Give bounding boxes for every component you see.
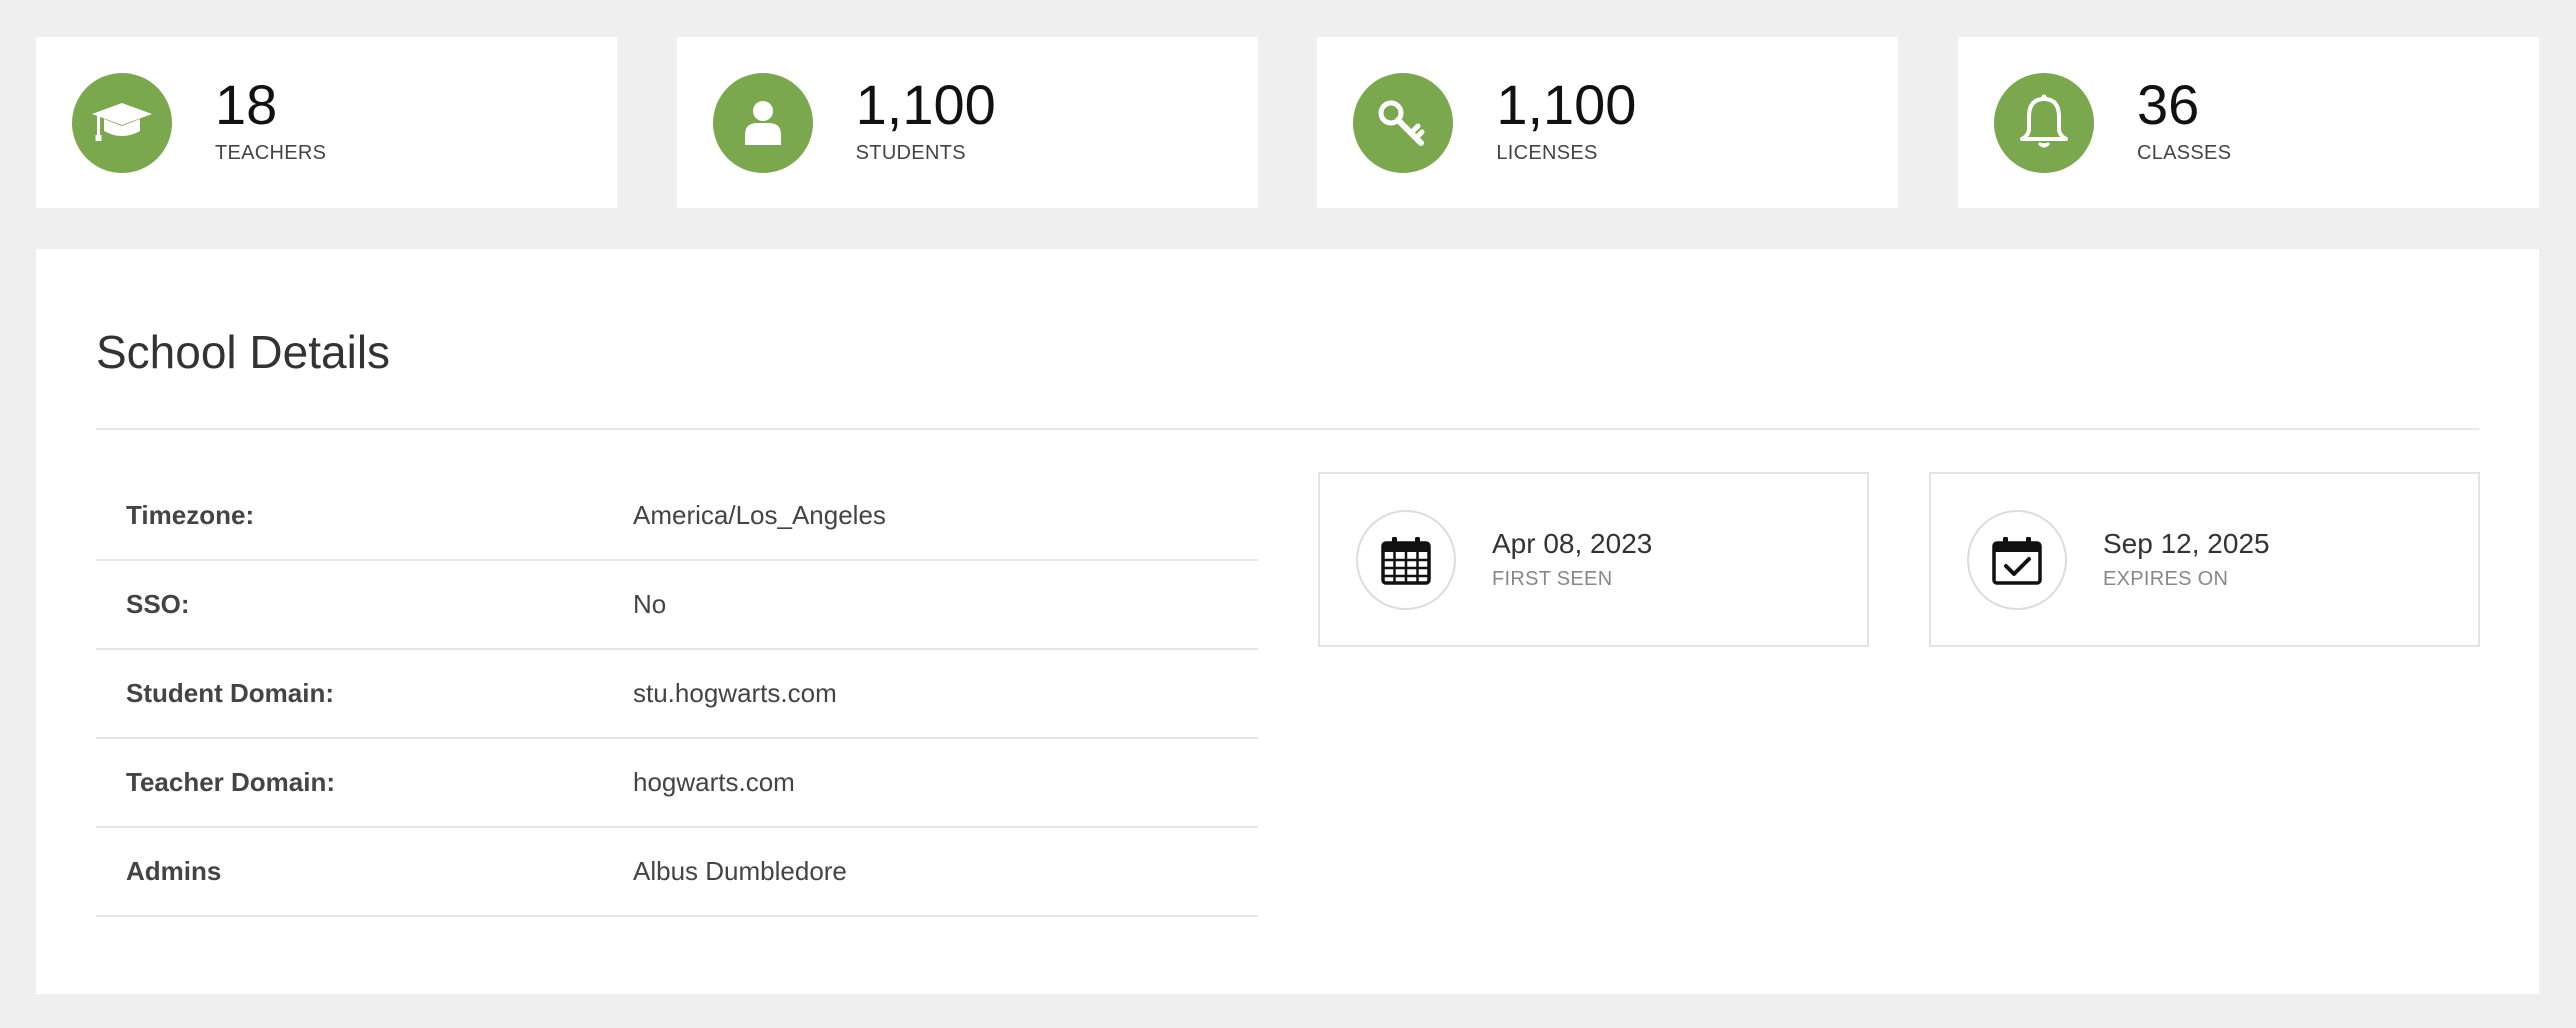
row-label: Timezone:	[126, 500, 255, 530]
first-seen-card: Apr 08, 2023 FIRST SEEN	[1318, 472, 1869, 647]
details-row-timezone: Timezone: America/Los_Angeles	[96, 472, 1258, 561]
details-row-sso: SSO: No	[96, 561, 1258, 650]
details-row-student-domain: Student Domain: stu.hogwarts.com	[96, 650, 1258, 739]
calendar-check-icon	[1967, 509, 2067, 610]
school-details-panel: School Details Timezone: America/Los_Ang…	[36, 249, 2539, 994]
row-value: Albus Dumbledore	[633, 856, 847, 886]
stat-label: CLASSES	[2136, 142, 2232, 164]
first-seen-date: Apr 08, 2023	[1492, 528, 1653, 559]
row-label: Student Domain:	[126, 678, 334, 708]
first-seen-label: FIRST SEEN	[1492, 568, 1613, 590]
stat-value: 36	[2136, 73, 2200, 136]
row-label: SSO:	[126, 589, 190, 619]
row-label: Admins	[126, 856, 222, 886]
stat-value: 18	[215, 73, 278, 136]
expires-on-label: EXPIRES ON	[2103, 568, 2229, 590]
row-value: hogwarts.com	[633, 767, 795, 797]
stats-row: 18 TEACHERS 1,100 STUDENTS 1,100 LICENSE…	[36, 37, 2539, 208]
stat-value: 1,100	[1496, 73, 1637, 136]
stat-label: TEACHERS	[215, 142, 327, 164]
details-row-admins: Admins Albus Dumbledore	[96, 828, 1258, 917]
key-icon	[1353, 72, 1454, 173]
details-table: Timezone: America/Los_Angeles SSO: No St…	[96, 472, 1258, 917]
stat-label: LICENSES	[1496, 142, 1598, 164]
bell-icon	[1993, 72, 2094, 173]
graduation-cap-icon	[72, 72, 172, 173]
row-value: stu.hogwarts.com	[633, 678, 837, 708]
stat-label: STUDENTS	[855, 142, 966, 164]
stat-card-licenses: 1,100 LICENSES	[1317, 37, 1899, 208]
divider	[96, 428, 2479, 430]
expires-on-card: Sep 12, 2025 EXPIRES ON	[1929, 472, 2480, 647]
stat-card-classes: 36 CLASSES	[1957, 37, 2539, 208]
stat-value: 1,100	[855, 73, 996, 136]
expires-on-date: Sep 12, 2025	[2103, 528, 2270, 559]
stat-card-teachers: 18 TEACHERS	[36, 37, 617, 208]
calendar-icon	[1356, 509, 1456, 610]
user-icon	[712, 72, 813, 173]
row-value: America/Los_Angeles	[633, 500, 886, 530]
details-row-teacher-domain: Teacher Domain: hogwarts.com	[96, 739, 1258, 828]
row-value: No	[633, 589, 667, 619]
panel-title: School Details	[96, 326, 391, 378]
row-label: Teacher Domain:	[126, 767, 336, 797]
stat-card-students: 1,100 STUDENTS	[676, 37, 1258, 208]
